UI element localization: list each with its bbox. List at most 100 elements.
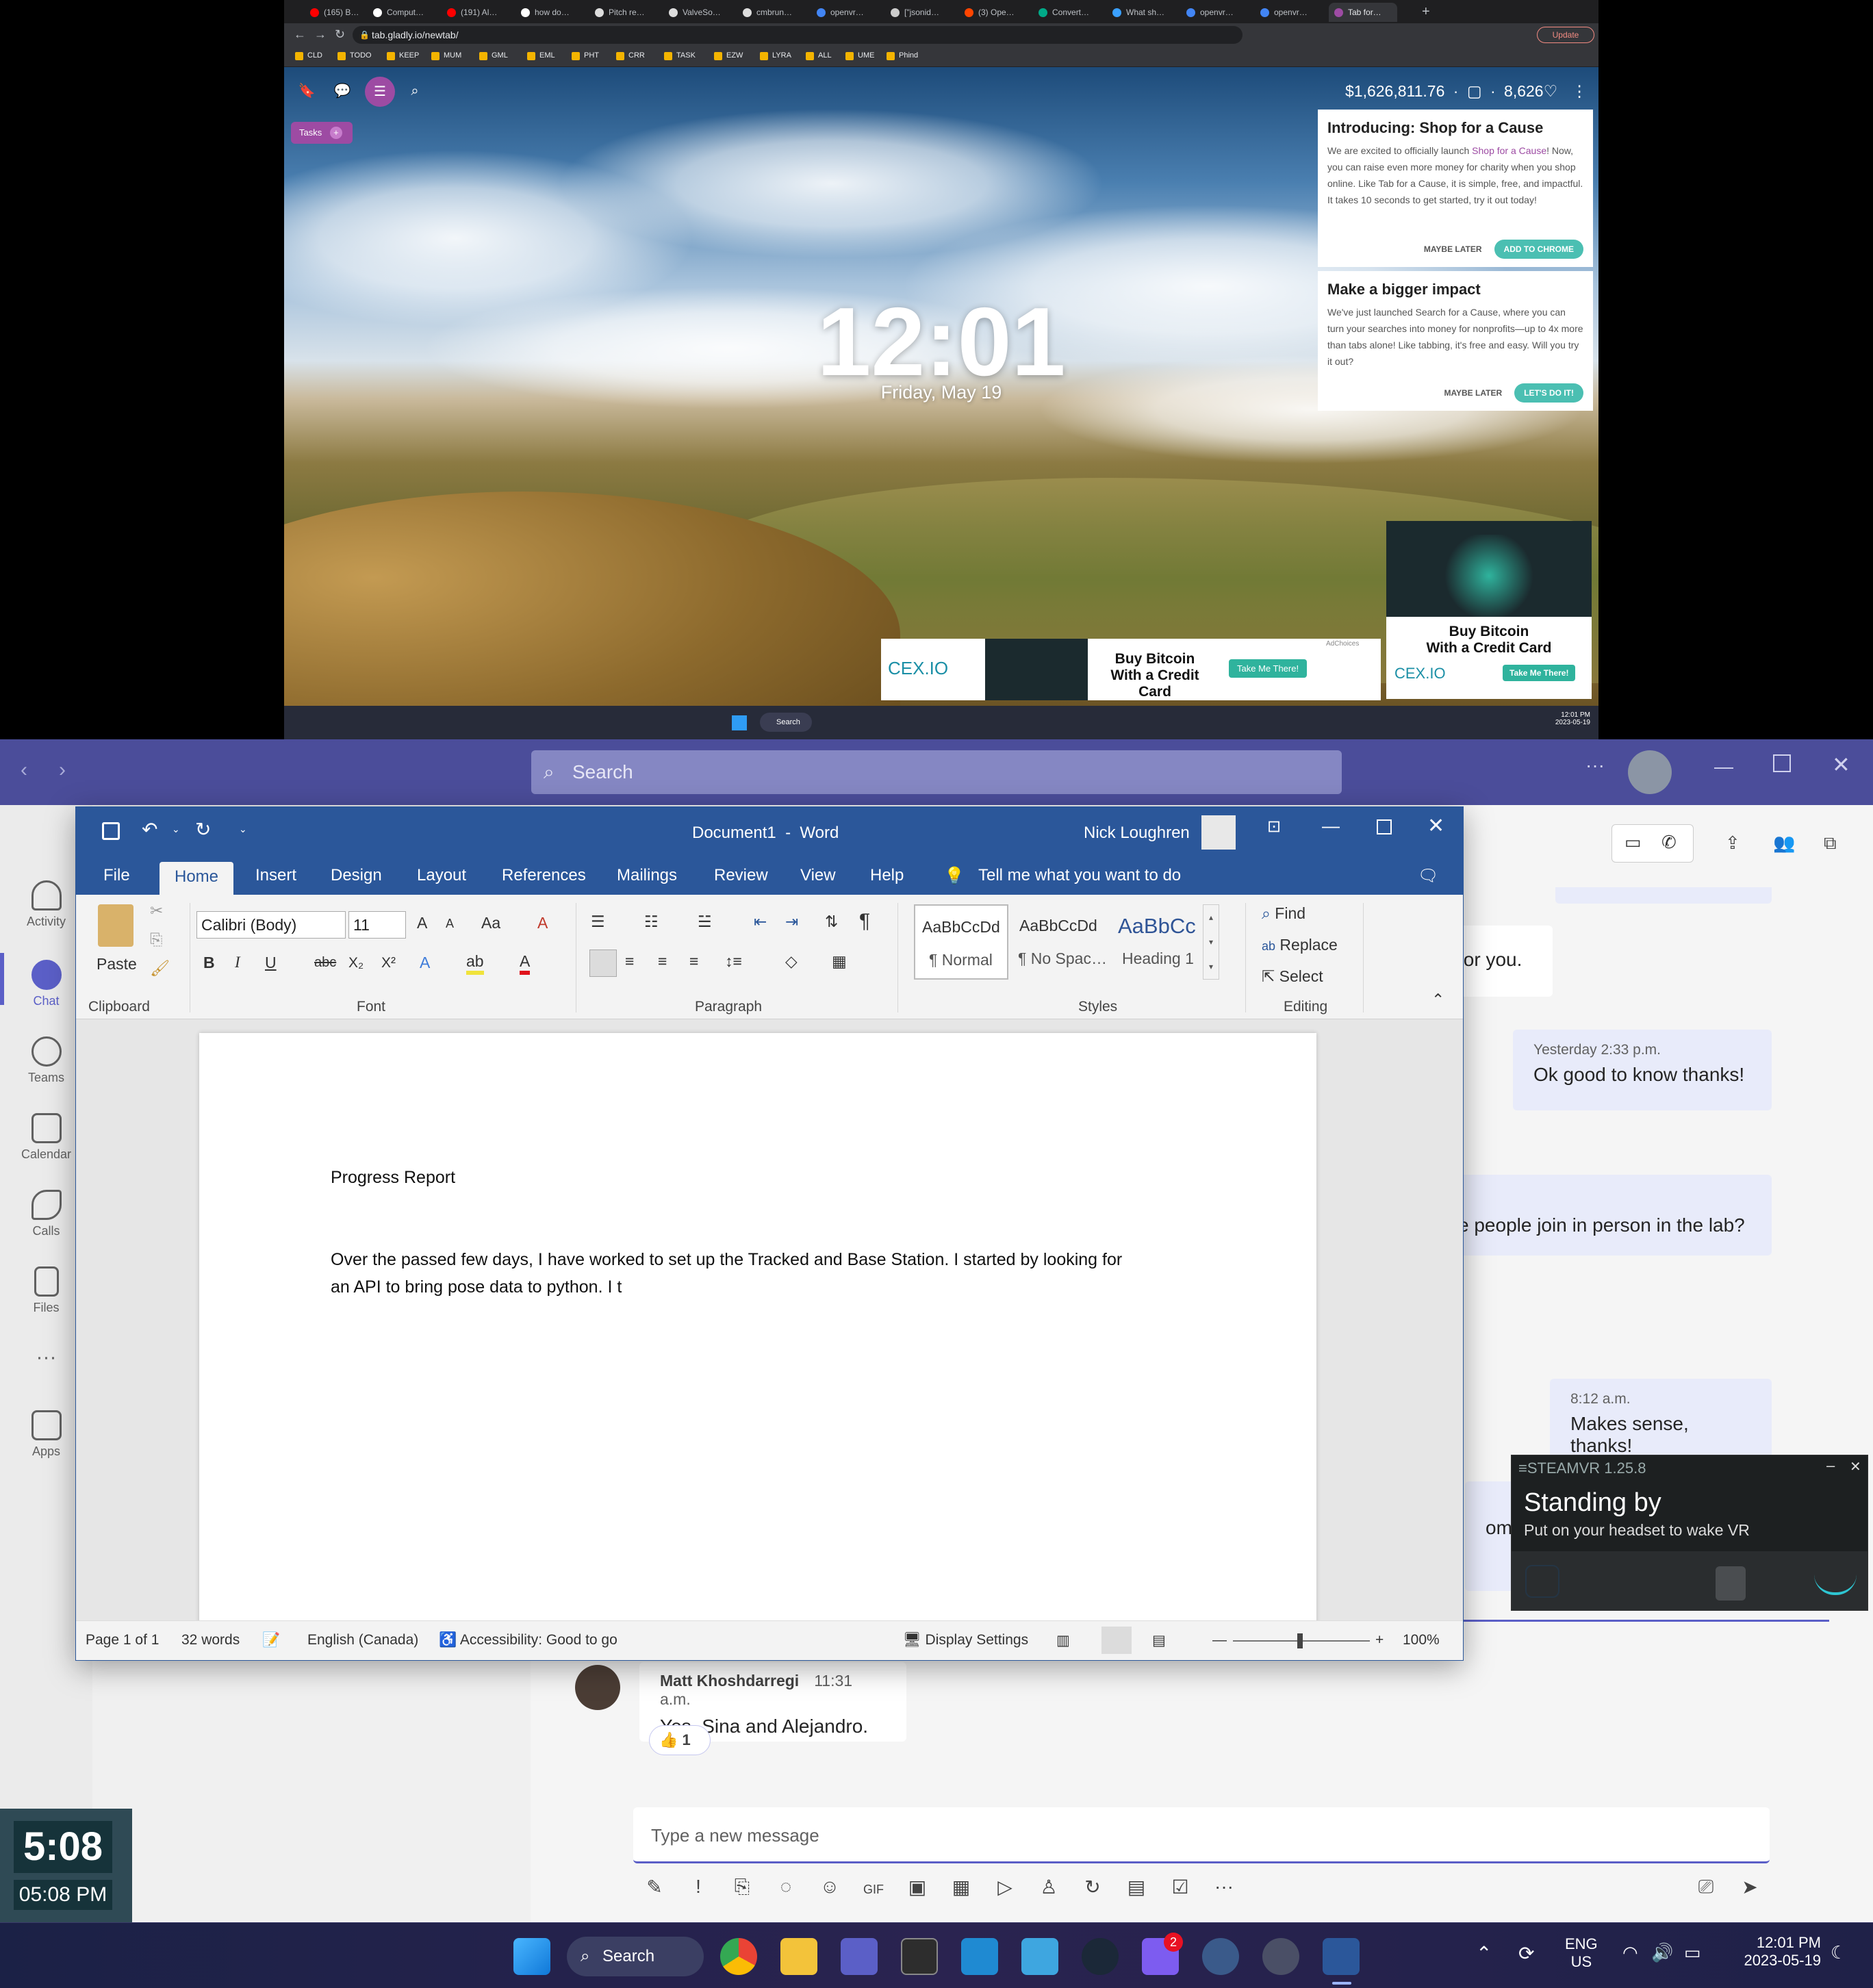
align-left-icon[interactable]	[589, 950, 617, 977]
windows-start-icon[interactable]	[732, 715, 747, 730]
steamvr-icon[interactable]	[1262, 1938, 1299, 1975]
browser-tab[interactable]: (3) Ope…	[959, 3, 1030, 22]
browser-tab[interactable]: how do…	[515, 3, 587, 22]
bullets-icon[interactable]: ☰	[591, 913, 605, 931]
task-list-icon[interactable]: ☰	[365, 77, 395, 107]
minimize-icon[interactable]: –	[1826, 1457, 1835, 1475]
clear-formatting-icon[interactable]: A	[537, 914, 548, 932]
square-ad[interactable]: Buy Bitcoin With a Credit Card CEX.IO Ta…	[1386, 521, 1592, 699]
copy-icon[interactable]: ⎘	[150, 930, 162, 949]
sort-icon[interactable]: ⇅	[825, 913, 838, 931]
text-effects-icon[interactable]: A	[420, 954, 430, 972]
bookmark[interactable]: EML	[527, 51, 555, 60]
take-me-there-button[interactable]: Take Me There!	[1229, 659, 1308, 678]
word-icon[interactable]	[1323, 1938, 1360, 1975]
ribbon-display-icon[interactable]: ⊡	[1267, 817, 1281, 837]
highlight-icon[interactable]: ab	[466, 952, 484, 975]
bookmark[interactable]: LYRA	[760, 51, 791, 60]
send-icon[interactable]: ➤	[1736, 1876, 1763, 1903]
attach-icon[interactable]: ⎘	[728, 1876, 756, 1903]
bookmark[interactable]: TODO	[337, 51, 372, 60]
browser-tab[interactable]: openvr…	[1255, 3, 1326, 22]
forward-arrow-icon[interactable]: →	[314, 27, 327, 42]
close-icon[interactable]: ✕	[1850, 1458, 1861, 1475]
style-no-spacing[interactable]: AaBbCcDd ¶ No Spac…	[1011, 904, 1108, 980]
search-input[interactable]: ⌕ Search	[531, 750, 1342, 794]
minimize-icon[interactable]: —	[1714, 756, 1733, 778]
user-avatar[interactable]	[1201, 815, 1236, 850]
stream-icon[interactable]: ▷	[991, 1876, 1019, 1903]
browser-tab[interactable]: openvr…	[1181, 3, 1252, 22]
forward-arrow-icon[interactable]: ›	[59, 759, 66, 782]
bookmark[interactable]: TASK	[664, 51, 696, 60]
show-paragraph-marks-icon[interactable]: ¶	[859, 910, 870, 933]
zoom-level[interactable]: 100%	[1403, 1632, 1440, 1648]
paste-button[interactable]: Paste	[97, 955, 137, 973]
browser-tab[interactable]: Pitch re…	[589, 3, 661, 22]
subscript-icon[interactable]: X₂	[348, 955, 364, 971]
bookmark[interactable]: ALL	[806, 51, 832, 60]
steam-icon[interactable]	[1082, 1938, 1119, 1975]
browser-tab-active[interactable]: Tab for…	[1329, 3, 1397, 22]
menu-icon[interactable]: ≡	[1518, 1460, 1527, 1477]
notepad-icon[interactable]	[1021, 1938, 1058, 1975]
borders-icon[interactable]: ▦	[832, 952, 847, 971]
web-layout-icon[interactable]: ▤	[1152, 1632, 1166, 1649]
headset-icon[interactable]	[1525, 1565, 1559, 1598]
more-apps-icon[interactable]: ···	[1210, 1876, 1238, 1903]
battery-icon[interactable]: ▭	[1684, 1942, 1701, 1963]
vscode-icon[interactable]	[961, 1938, 998, 1975]
cut-icon[interactable]: ✂	[150, 902, 163, 920]
reaction-like[interactable]: 👍 1	[649, 1725, 711, 1755]
customize-toolbar-icon[interactable]: ⌄	[239, 824, 247, 835]
grow-font-icon[interactable]: A	[417, 914, 427, 932]
sync-icon[interactable]: ⟳	[1518, 1942, 1534, 1965]
back-arrow-icon[interactable]: ‹	[21, 759, 27, 782]
add-to-chrome-button[interactable]: ADD TO CHROME	[1494, 240, 1583, 259]
word-count[interactable]: 32 words	[181, 1632, 240, 1648]
superscript-icon[interactable]: X²	[381, 955, 396, 971]
zoom-slider-thumb[interactable]	[1297, 1633, 1303, 1648]
browser-tab[interactable]: (191) Al…	[442, 3, 513, 22]
tab-help[interactable]: Help	[870, 866, 904, 885]
approvals-icon[interactable]: ▤	[1123, 1876, 1150, 1903]
forms-icon[interactable]: ☑	[1167, 1876, 1194, 1903]
bookmark[interactable]: PHT	[572, 51, 599, 60]
select-button[interactable]: ⇱ Select	[1262, 967, 1323, 986]
taskbar-search[interactable]: ⌕ Search	[567, 1937, 704, 1976]
notifications-icon[interactable]: ☾	[1831, 1942, 1846, 1963]
bookmark[interactable]: Phind	[887, 51, 918, 60]
adchoices-label[interactable]: AdChoices	[1326, 640, 1359, 648]
windows-start-icon[interactable]	[513, 1938, 550, 1975]
tab-insert[interactable]: Insert	[255, 866, 296, 885]
browser-tab[interactable]: openvr…	[811, 3, 882, 22]
message-compose-input[interactable]: Type a new message	[633, 1807, 1770, 1863]
wifi-icon[interactable]: ◠	[1622, 1942, 1638, 1963]
tab-file[interactable]: File	[103, 866, 130, 885]
format-icon[interactable]: ✎	[641, 1876, 668, 1903]
volume-icon[interactable]: 🔊	[1651, 1942, 1673, 1963]
undo-icon[interactable]: ↶	[142, 818, 157, 841]
maybe-later-button[interactable]: MAYBE LATER	[1444, 388, 1502, 398]
chevron-up-icon[interactable]: ⌃	[1476, 1942, 1492, 1965]
tasks-button[interactable]: Tasks +	[291, 122, 353, 144]
underline-icon[interactable]: U	[265, 954, 277, 972]
avatar[interactable]	[1628, 750, 1672, 794]
page-count[interactable]: Page 1 of 1	[86, 1632, 159, 1648]
schedule-meeting-icon[interactable]: ▦	[947, 1876, 975, 1903]
loop-icon[interactable]: ◌	[772, 1876, 800, 1903]
reload-icon[interactable]: ↻	[335, 27, 345, 42]
tab-review[interactable]: Review	[714, 866, 768, 885]
browser-tab[interactable]: What sh…	[1107, 3, 1178, 22]
font-color-icon[interactable]: A	[520, 952, 531, 975]
more-options-icon[interactable]: ⋮	[1572, 82, 1588, 100]
tab-layout[interactable]: Layout	[417, 866, 466, 885]
display-settings[interactable]: 🖥 Display Settings	[903, 1632, 1028, 1648]
praise-icon[interactable]: ♙	[1035, 1876, 1062, 1903]
banner-ad[interactable]: CEX.IO Buy Bitcoin With a Credit Card Ta…	[881, 639, 1381, 700]
search-icon[interactable]: ⌕	[405, 81, 425, 101]
browser-tab[interactable]: cmbrun…	[737, 3, 808, 22]
maybe-later-button[interactable]: MAYBE LATER	[1424, 244, 1482, 254]
input-language[interactable]: ENG US	[1565, 1935, 1598, 1971]
bookmark-icon[interactable]: 🔖	[296, 81, 317, 101]
